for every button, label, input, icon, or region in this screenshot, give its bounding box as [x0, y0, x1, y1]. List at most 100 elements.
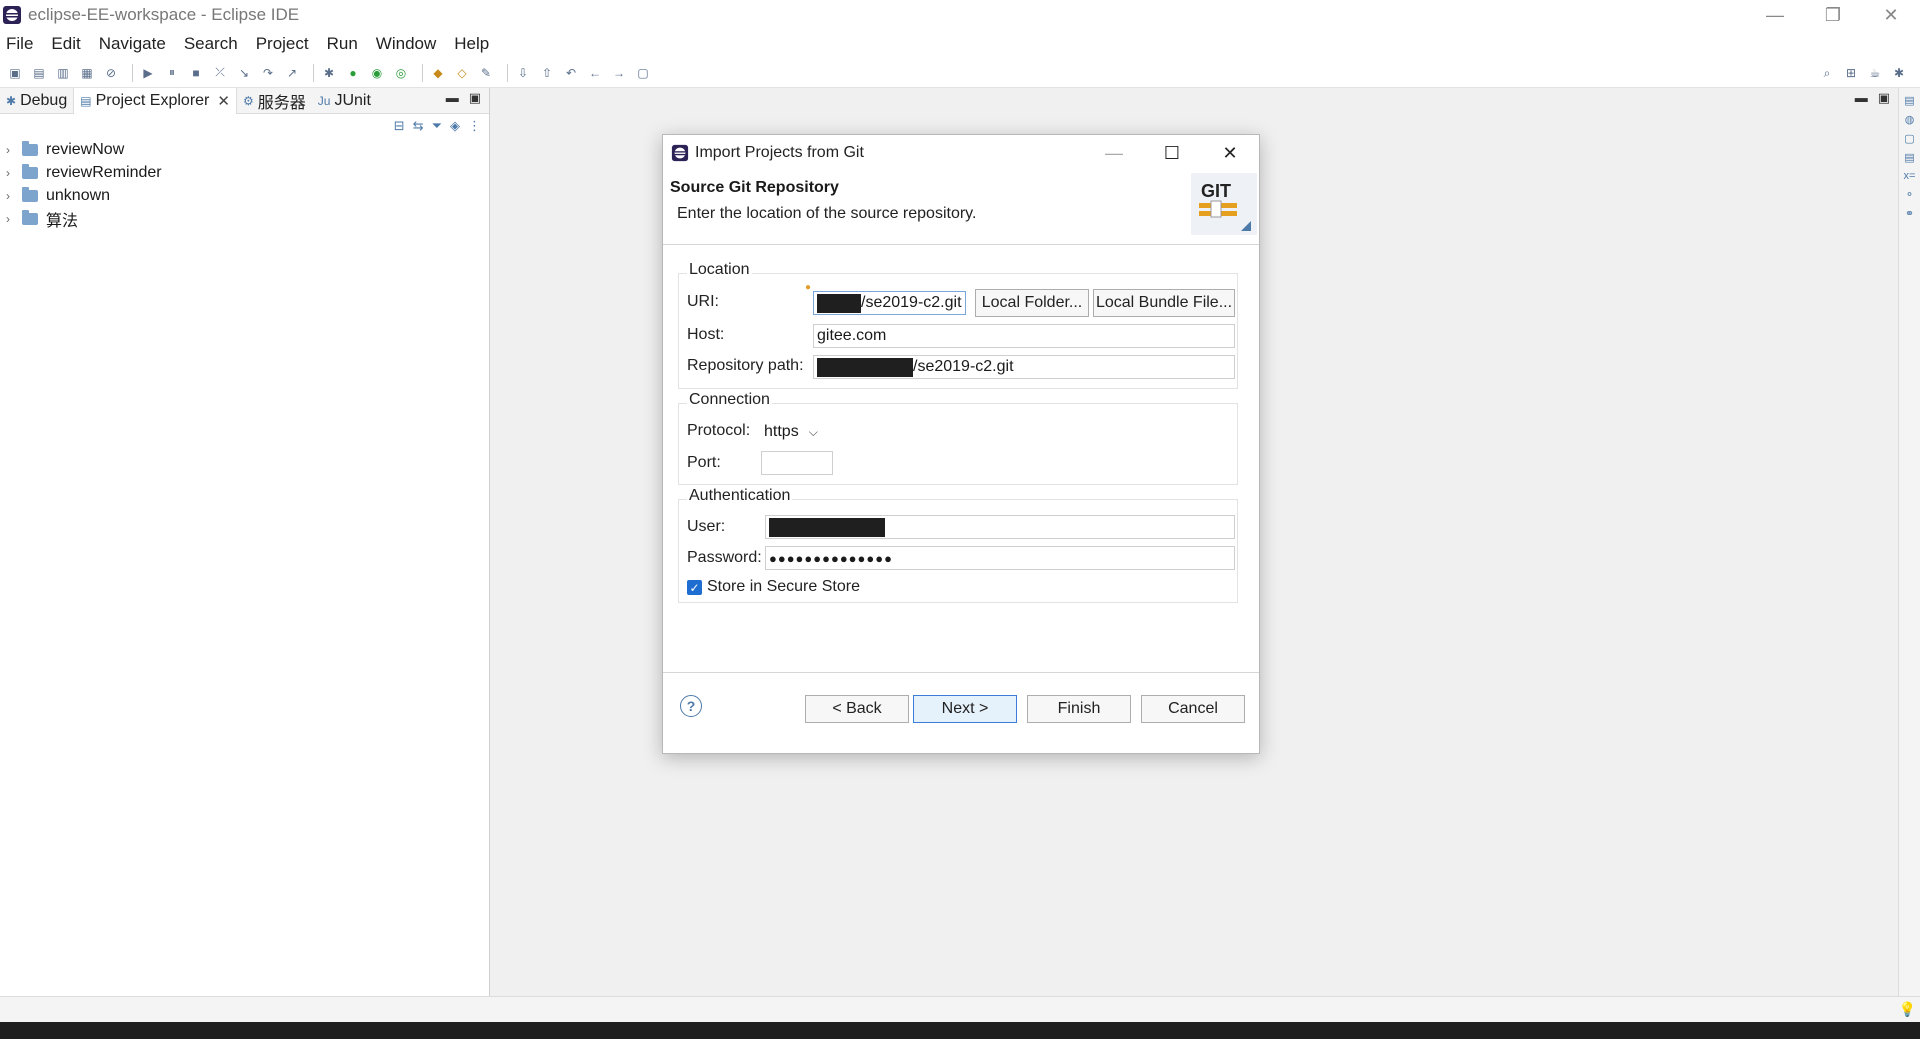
location-group-label: Location	[687, 261, 752, 279]
dialog-maximize-button[interactable]: ☐	[1143, 135, 1201, 171]
help-icon[interactable]: ?	[680, 695, 702, 717]
minimize-button[interactable]: —	[1746, 0, 1804, 30]
terminate-icon[interactable]: ■	[187, 64, 205, 82]
tree-item[interactable]: › reviewNow	[6, 138, 489, 161]
menu-help[interactable]: Help	[454, 34, 489, 54]
view-tabs: ✱ Debug ▤ Project Explorer ✕ ⚙ 服务器 Ju JU…	[0, 87, 489, 114]
menu-project[interactable]: Project	[256, 34, 309, 54]
maximize-view-icon[interactable]: ▣	[469, 90, 481, 106]
host-input[interactable]: gitee.com	[813, 324, 1235, 348]
search-tool-icon[interactable]: ✎	[477, 64, 495, 82]
import-git-dialog: Import Projects from Git — ☐ ✕ Source Gi…	[662, 134, 1260, 754]
minimize-view-icon[interactable]: ▬	[446, 90, 459, 106]
pin-editor-icon[interactable]: ▢	[634, 64, 652, 82]
next-button[interactable]: Next >	[913, 695, 1017, 723]
coverage-icon[interactable]: ◉	[368, 64, 386, 82]
search-icon[interactable]: ⌕	[1818, 64, 1836, 82]
link-with-editor-icon[interactable]: ⇆	[413, 118, 424, 134]
lightbulb-icon[interactable]: 💡	[1899, 1001, 1916, 1018]
tab-junit[interactable]: Ju JUnit	[312, 88, 377, 114]
tree-item[interactable]: › 算法	[6, 207, 489, 230]
maximize-editor-icon[interactable]: ▣	[1878, 90, 1890, 106]
tree-item[interactable]: › reviewReminder	[6, 161, 489, 184]
next-annotation-icon[interactable]: ⇩	[514, 64, 532, 82]
chevron-right-icon[interactable]: ›	[6, 212, 16, 226]
terminal-icon[interactable]: ▦	[78, 64, 96, 82]
tab-servers[interactable]: ⚙ 服务器	[237, 88, 312, 114]
cancel-button[interactable]: Cancel	[1141, 695, 1245, 723]
menu-search[interactable]: Search	[184, 34, 238, 54]
redacted-text	[769, 517, 885, 537]
registers-icon[interactable]: ⚭	[1905, 207, 1914, 220]
back-button[interactable]: < Back	[805, 695, 909, 723]
menu-edit[interactable]: Edit	[51, 34, 80, 54]
local-bundle-file-button[interactable]: Local Bundle File...	[1093, 289, 1235, 317]
run-icon[interactable]: ●	[344, 64, 362, 82]
new-icon[interactable]: ▣	[6, 64, 24, 82]
chevron-right-icon[interactable]: ›	[6, 189, 16, 203]
disconnect-icon[interactable]: ⤫	[211, 64, 229, 82]
port-input[interactable]	[761, 451, 833, 475]
dialog-close-button[interactable]: ✕	[1201, 135, 1259, 171]
focus-icon[interactable]: ◈	[450, 118, 460, 134]
dialog-minimize-button[interactable]: —	[1085, 135, 1143, 171]
chevron-right-icon[interactable]: ›	[6, 143, 16, 157]
menu-navigate[interactable]: Navigate	[99, 34, 166, 54]
variables-icon[interactable]: x=	[1904, 170, 1916, 182]
open-type-icon[interactable]: ◆	[429, 64, 447, 82]
chevron-right-icon[interactable]: ›	[6, 166, 16, 180]
view-toolbar: ⊟ ⇆ ⏷ ◈ ⋮	[0, 114, 489, 138]
user-input[interactable]	[765, 515, 1235, 539]
outline-icon[interactable]: ▢	[1904, 132, 1914, 145]
back-nav-icon[interactable]: ←	[586, 64, 604, 82]
expressions-icon[interactable]: ⚬	[1905, 188, 1914, 201]
uri-input[interactable]: /se2019-c2.git	[813, 291, 966, 315]
protocol-select-value: https	[764, 423, 799, 440]
external-tools-icon[interactable]: ◎	[392, 64, 410, 82]
minimize-editor-icon[interactable]: ▬	[1855, 90, 1868, 106]
filter-icon[interactable]: ⏷	[432, 118, 442, 134]
suspend-icon[interactable]: ⏸	[163, 64, 181, 82]
close-icon[interactable]: ✕	[217, 92, 230, 110]
user-label: User:	[687, 518, 726, 535]
java-ee-perspective-icon[interactable]: ☕	[1866, 64, 1884, 82]
tree-item[interactable]: › unknown	[6, 184, 489, 207]
open-task-icon[interactable]: ◇	[453, 64, 471, 82]
close-button[interactable]: ✕	[1862, 0, 1920, 30]
menu-window[interactable]: Window	[376, 34, 436, 54]
breakpoints-icon[interactable]: ◍	[1905, 113, 1915, 126]
step-over-icon[interactable]: ↷	[259, 64, 277, 82]
save-icon[interactable]: ▤	[30, 64, 48, 82]
menu-file[interactable]: File	[6, 34, 33, 54]
debug-run-icon[interactable]: ✱	[320, 64, 338, 82]
finish-button[interactable]: Finish	[1027, 695, 1131, 723]
menu-run[interactable]: Run	[327, 34, 358, 54]
forward-nav-icon[interactable]: →	[610, 64, 628, 82]
password-input[interactable]: ●●●●●●●●●●●●●●	[765, 546, 1235, 570]
local-folder-button[interactable]: Local Folder...	[975, 289, 1089, 317]
previous-annotation-icon[interactable]: ⇧	[538, 64, 556, 82]
repository-path-input[interactable]: /se2019-c2.git	[813, 355, 1235, 379]
restore-button[interactable]: ❐	[1804, 0, 1862, 30]
restore-stack-icon[interactable]: ▤	[1904, 151, 1914, 164]
tab-debug[interactable]: ✱ Debug	[0, 88, 73, 114]
password-label: Password:	[687, 549, 762, 566]
debug-perspective-icon[interactable]: ✱	[1890, 64, 1908, 82]
last-edit-icon[interactable]: ↶	[562, 64, 580, 82]
toolbar-separator	[313, 63, 314, 82]
step-into-icon[interactable]: ↘	[235, 64, 253, 82]
skip-breakpoints-icon[interactable]: ⊘	[102, 64, 120, 82]
step-return-icon[interactable]: ↗	[283, 64, 301, 82]
resume-icon[interactable]: ▶	[139, 64, 157, 82]
open-perspective-icon[interactable]: ⊞	[1842, 64, 1860, 82]
restore-stack-icon[interactable]: ▤	[1904, 94, 1914, 107]
collapse-all-icon[interactable]: ⊟	[394, 118, 405, 134]
project-folder-icon	[22, 163, 38, 179]
location-group: Location URI: ● /se2019-c2.git Local Fol…	[678, 261, 1238, 389]
store-secure-checkbox[interactable]: ✓	[687, 580, 702, 595]
save-all-icon[interactable]: ▥	[54, 64, 72, 82]
tab-project-explorer[interactable]: ▤ Project Explorer ✕	[73, 87, 237, 114]
view-menu-icon[interactable]: ⋮	[468, 118, 481, 134]
protocol-select[interactable]: https ⌵	[761, 419, 818, 445]
status-bar: 💡	[0, 996, 1920, 1022]
